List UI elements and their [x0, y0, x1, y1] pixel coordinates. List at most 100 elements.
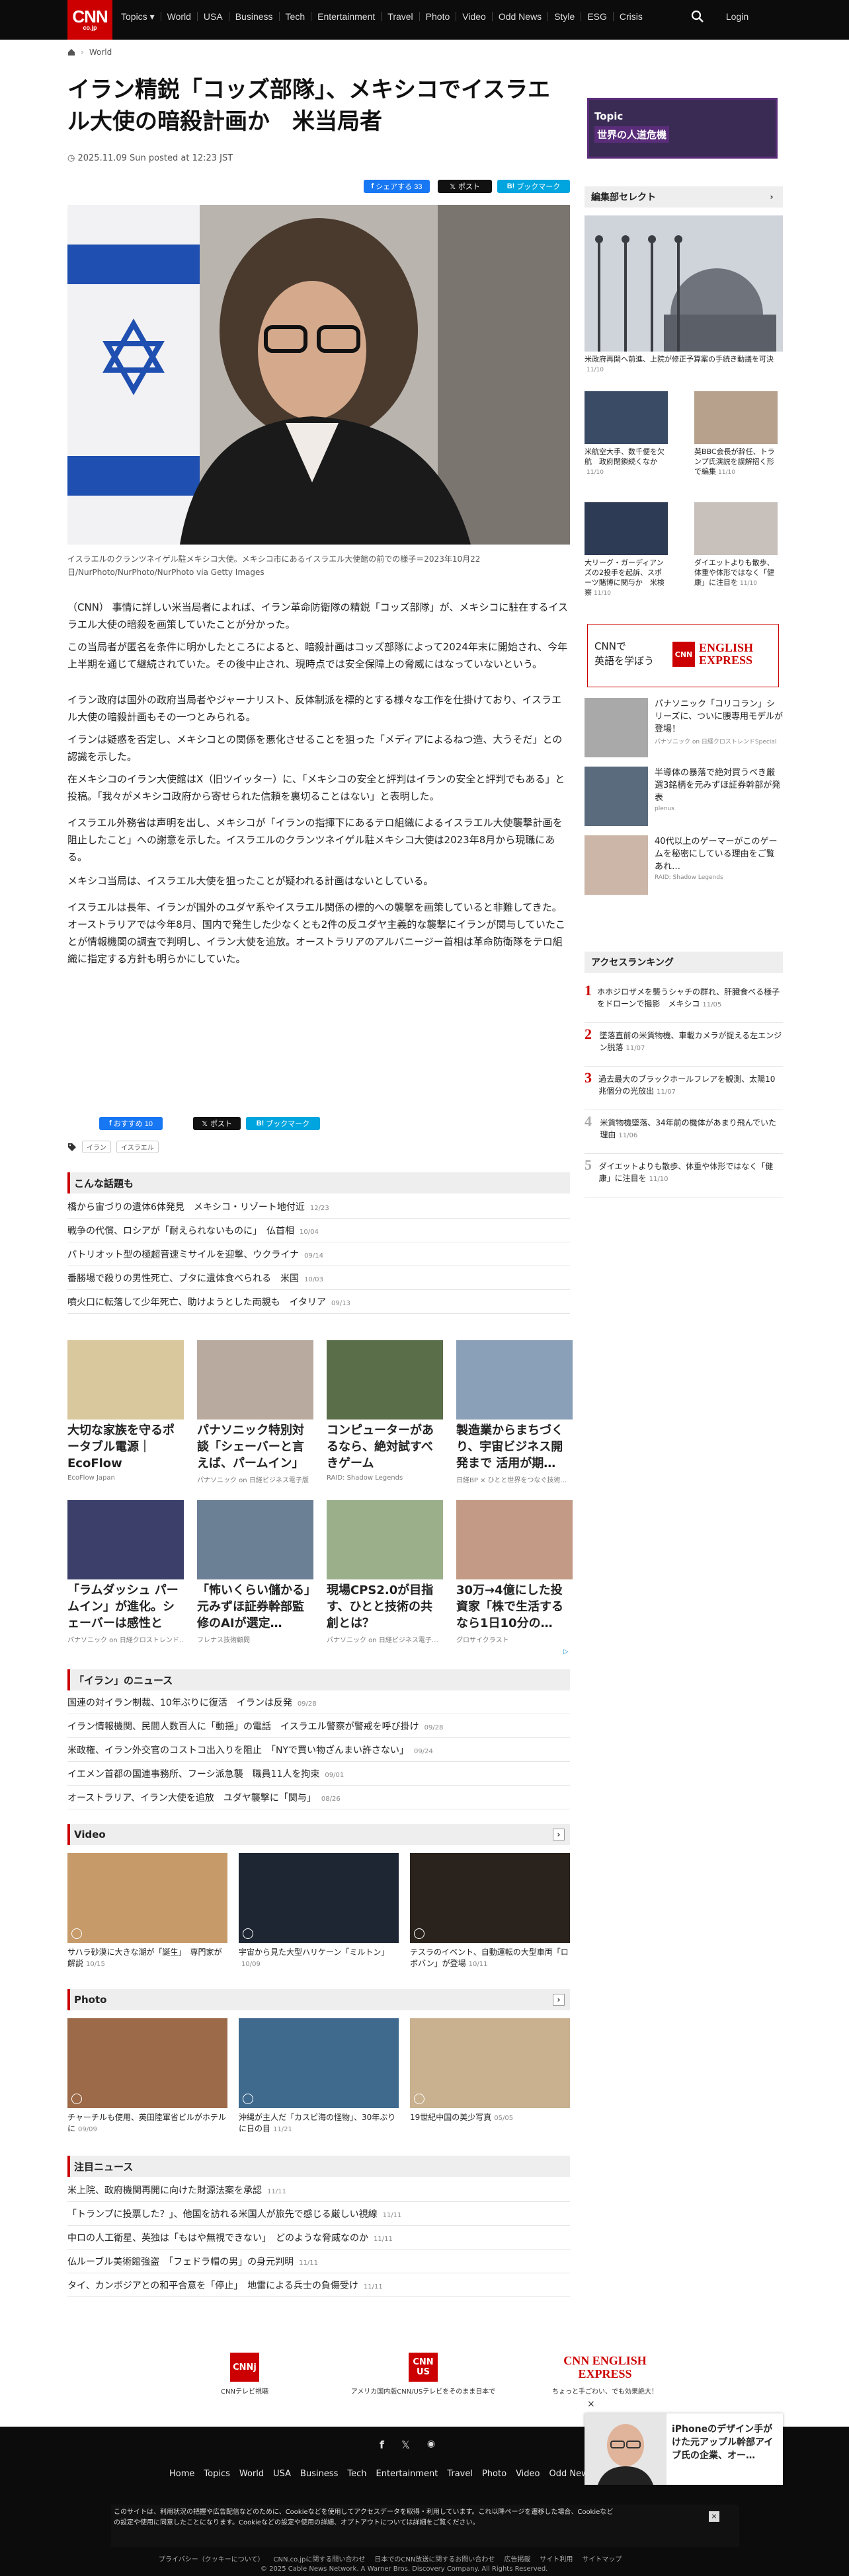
- footer-nav-item[interactable]: Entertainment: [376, 2469, 438, 2479]
- facebook-icon[interactable]: f: [380, 2439, 384, 2451]
- footer-link[interactable]: 広告掲載: [504, 2554, 530, 2563]
- facebook-recommend-button[interactable]: f おすすめ 10: [99, 1117, 163, 1130]
- video-section-title[interactable]: Video ›: [67, 1824, 570, 1845]
- sponsored-item[interactable]: パナソニック「コリコラン」シリーズに、ついに腰専用モデルが登場！ パナソニック o…: [585, 698, 783, 757]
- news-row[interactable]: タイ、カンボジアとの和平合意を「停止」 地雷による兵士の負傷受け 11/11: [67, 2275, 570, 2297]
- footer-nav-item[interactable]: Travel: [447, 2469, 473, 2479]
- nav-item[interactable]: Photo: [419, 12, 456, 21]
- ad-card[interactable]: 30万→4億にした投資家「株で生活するなら1日10分の… グロサイクラスト: [456, 1500, 573, 1644]
- chevron-right-icon[interactable]: ›: [553, 1829, 565, 1840]
- english-express-banner[interactable]: CNNで 英語を学ぼう CNN ENGLISH EXPRESS: [587, 624, 779, 687]
- video-card[interactable]: サハラ砂漠に大きな湖が「誕生」 専門家が解説 10/15: [67, 1853, 227, 1970]
- bookmark-button-bottom[interactable]: B! ブックマーク: [246, 1117, 320, 1130]
- editor-small-card[interactable]: ダイエットよりも散歩、体重や体形ではなく「健康」に注目を 11/10: [694, 502, 778, 589]
- search-icon[interactable]: [690, 9, 705, 24]
- sponsored-item[interactable]: 40代以上のゲーマーがこのゲームを秘密にしている理由をご覧あれ… RAID: Sh…: [585, 835, 783, 895]
- chevron-right-icon[interactable]: ›: [553, 1994, 565, 2006]
- nav-item[interactable]: World: [160, 12, 197, 21]
- ad-card[interactable]: コンピューターがあるなら、絶対試すべきゲーム RAID: Shadow Legen…: [327, 1340, 443, 1482]
- nav-item[interactable]: Travel: [381, 12, 419, 21]
- nav-item[interactable]: Style: [547, 12, 581, 21]
- rss-icon[interactable]: ◉: [427, 2439, 435, 2451]
- cnnj-logo[interactable]: CNNj CNNテレビ視聴: [218, 2353, 271, 2396]
- adchoices-icon[interactable]: ▷: [563, 1648, 569, 1655]
- chevron-right-icon[interactable]: ›: [766, 191, 778, 203]
- editor-main-image[interactable]: [585, 215, 783, 352]
- x-post-button[interactable]: 𝕏 ポスト: [438, 180, 492, 193]
- ranking-item[interactable]: 3 過去最大のブラックホールフレアを観測、太陽10兆個分の光放出 11/07: [585, 1069, 783, 1110]
- nav-item[interactable]: Entertainment: [311, 12, 381, 21]
- editor-select-header[interactable]: 編集部セレクト ›: [585, 186, 783, 208]
- news-row[interactable]: 噴火口に転落して少年死亡、助けようとした両親も イタリア 09/13: [67, 1291, 570, 1314]
- breadcrumb-section[interactable]: World: [89, 48, 112, 57]
- footer-nav-item[interactable]: Tech: [347, 2469, 366, 2479]
- tag-iran[interactable]: イラン: [82, 1141, 111, 1153]
- editor-small-card[interactable]: 大リーグ・ガーディアンズの2投手を起訴、スポーツ賭博に関与か 米検察 11/10: [585, 502, 668, 599]
- bookmark-button[interactable]: B! ブックマーク: [497, 180, 570, 193]
- ad-card[interactable]: 大切な家族を守るポータブル電源｜EcoFlow EcoFlow Japan: [67, 1340, 184, 1482]
- photo-section-title[interactable]: Photo ›: [67, 1989, 570, 2010]
- footer-nav-item[interactable]: Business: [300, 2469, 338, 2479]
- nav-item[interactable]: Odd News: [491, 12, 547, 21]
- sponsored-item[interactable]: 半導体の暴落で絶対買うべき厳選3銘柄を元みずほ証券幹部が発表 plenus: [585, 767, 783, 826]
- english-express-footer-logo[interactable]: CNN ENGLISH EXPRESS ちょっと手ごわい、でも効果絶大！: [549, 2353, 661, 2396]
- tag-israel[interactable]: イスラエル: [116, 1141, 159, 1153]
- nav-item[interactable]: USA: [196, 12, 229, 21]
- facebook-share-button[interactable]: f シェアする 33: [364, 180, 430, 193]
- editor-small-card[interactable]: 英BBC会長が辞任、トランプ氏演説を誤解招く形で編集 11/10: [694, 391, 778, 478]
- video-card[interactable]: 宇宙から見た大型ハリケーン「ミルトン」 10/09: [239, 1853, 399, 1970]
- footer-link[interactable]: 日本でのCNN放送に関するお問い合わせ: [374, 2554, 495, 2563]
- ranking-item[interactable]: 5 ダイエットよりも散歩、体重や体形ではなく「健康」に注目を 11/10: [585, 1156, 783, 1197]
- ranking-item[interactable]: 2 墜落直前の米貨物機、車載カメラが捉える左エンジン脱落 11/07: [585, 1026, 783, 1067]
- news-row[interactable]: 仏ルーブル美術館強盗 「フェドラ帽の男」の身元判明 11/11: [67, 2251, 570, 2273]
- popup-close-icon[interactable]: ×: [587, 2399, 595, 2409]
- footer-link[interactable]: CNN.co.jpに関する問い合わせ: [274, 2554, 366, 2563]
- footer-nav-item[interactable]: Photo: [482, 2469, 506, 2479]
- news-row[interactable]: 番勝場で殺りの男性死亡、ブタに遺体食べられる 米国 10/03: [67, 1268, 570, 1290]
- editor-main-text[interactable]: 米政府再開へ前進、上院が修正予算案の手続き動議を可決 11/10: [585, 354, 783, 375]
- footer-nav-item[interactable]: Video: [516, 2469, 540, 2479]
- nav-item[interactable]: Tech: [278, 12, 311, 21]
- footer-nav-item[interactable]: USA: [273, 2469, 291, 2479]
- ad-card[interactable]: パナソニック特別対談「シェーバーと言えば、パームイン」的… パナソニック on 日…: [197, 1340, 313, 1484]
- news-row[interactable]: 米上院、政府機関再開に向けた財源法案を承認 11/11: [67, 2179, 570, 2202]
- ranking-item[interactable]: 4 米貨物機墜落、34年前の機体があまり飛んでいた理由 11/06: [585, 1113, 783, 1154]
- photo-card[interactable]: チャーチルも使用、英田陸軍省ビルがホテルに 09/09: [67, 2018, 227, 2135]
- ad-card[interactable]: 現場CPS2.0が目指す、ひとと技術の共創とは？ パナソニック on 日経ビジネス…: [327, 1500, 443, 1644]
- ad-card[interactable]: 「ラムダッシュ パームイン」が進化。シェーバーは感性とデ… パナソニック on 日…: [67, 1500, 184, 1644]
- login-button[interactable]: Login: [714, 0, 760, 33]
- news-row[interactable]: 橋から宙づりの遺体6体発見 メキシコ・リゾート地付近 12/23: [67, 1196, 570, 1219]
- ranking-item[interactable]: 1 ホホジロザメを襲うシャチの群れ、肝臓食べる様子をドローンで撮影 メキシコ 11/…: [585, 982, 783, 1023]
- cnn-us-logo[interactable]: CNN US アメリカ国内版CNN/USテレビをそのまま日本で: [344, 2353, 503, 2396]
- nav-item[interactable]: Crisis: [612, 12, 649, 21]
- news-row[interactable]: 戦争の代償、ロシアが「耐えられないものに」 仏首相 10/04: [67, 1220, 570, 1242]
- news-row[interactable]: 「トランプに投票した？」、他国を訪れる米国人が旅先で感じる厳しい視線 11/11: [67, 2203, 570, 2226]
- video-card[interactable]: テスラのイベント、自動運転の大型車両「ロボバン」が登場 10/11: [410, 1853, 570, 1970]
- home-icon[interactable]: [67, 48, 75, 56]
- nav-item[interactable]: Topics ▾: [115, 12, 161, 21]
- footer-nav-item[interactable]: Home: [169, 2469, 194, 2479]
- nav-item[interactable]: ESG: [581, 12, 613, 21]
- photo-card[interactable]: 沖縄が主人だ「カスピ海の怪物」、30年ぶりに日の目 11/21: [239, 2018, 399, 2135]
- footer-link[interactable]: プライバシー（クッキーについて）: [159, 2554, 264, 2563]
- news-row[interactable]: 国連の対イラン制裁、10年ぶりに復活 イランは反発 09/28: [67, 1692, 570, 1714]
- ad-card[interactable]: 「怖いくらい儲かる」元みずほ証券幹部監修のAIが選定… フレナス技術顧問: [197, 1500, 313, 1644]
- ad-card[interactable]: 製造業からまちづくり、宇宙ビジネス開発まで 活用が期… 日経BP × ひとと世界を…: [456, 1340, 573, 1484]
- x-post-button-bottom[interactable]: 𝕏 ポスト: [193, 1117, 241, 1130]
- news-row[interactable]: 米政権、イラン外交官のコストコ出入りを阻止 「NYで買い物ざんまい許さない」 09…: [67, 1739, 570, 1762]
- recommend-popup[interactable]: × iPhoneのデザイン手がけた元アップル幹部アイブ氏の企業、オー…: [585, 2399, 783, 2485]
- topic-banner[interactable]: Topic 世界の人道危機: [587, 98, 778, 159]
- news-row[interactable]: イラン情報機関、民間人数百人に「動揺」の電話 イスラエル警察が警戒を呼び掛け 09…: [67, 1716, 570, 1738]
- news-row[interactable]: オーストラリア、イラン大使を追放 ユダヤ襲撃に「関与」 08/26: [67, 1787, 570, 1809]
- footer-link[interactable]: サイトマップ: [582, 2554, 622, 2563]
- footer-link[interactable]: サイト利用: [540, 2554, 573, 2563]
- cnn-logo[interactable]: CNN co.jp: [67, 0, 112, 40]
- news-row[interactable]: パトリオット型の極超音速ミサイルを迎撃、ウクライナ 09/14: [67, 1244, 570, 1266]
- footer-nav-item[interactable]: World: [239, 2469, 264, 2479]
- cookie-close-icon[interactable]: ×: [709, 2511, 719, 2522]
- editor-small-card[interactable]: 米航空大手、数千便を欠航 政府閉鎖続くなか 11/10: [585, 391, 668, 478]
- news-row[interactable]: イエメン首都の国連事務所、フーシ派急襲 職員11人を拘束 09/01: [67, 1763, 570, 1786]
- nav-item[interactable]: Business: [228, 12, 279, 21]
- x-icon[interactable]: 𝕏: [401, 2439, 410, 2451]
- news-row[interactable]: 中ロの人工衛星、英独は「もはや無視できない」 どのような脅威なのか 11/11: [67, 2227, 570, 2250]
